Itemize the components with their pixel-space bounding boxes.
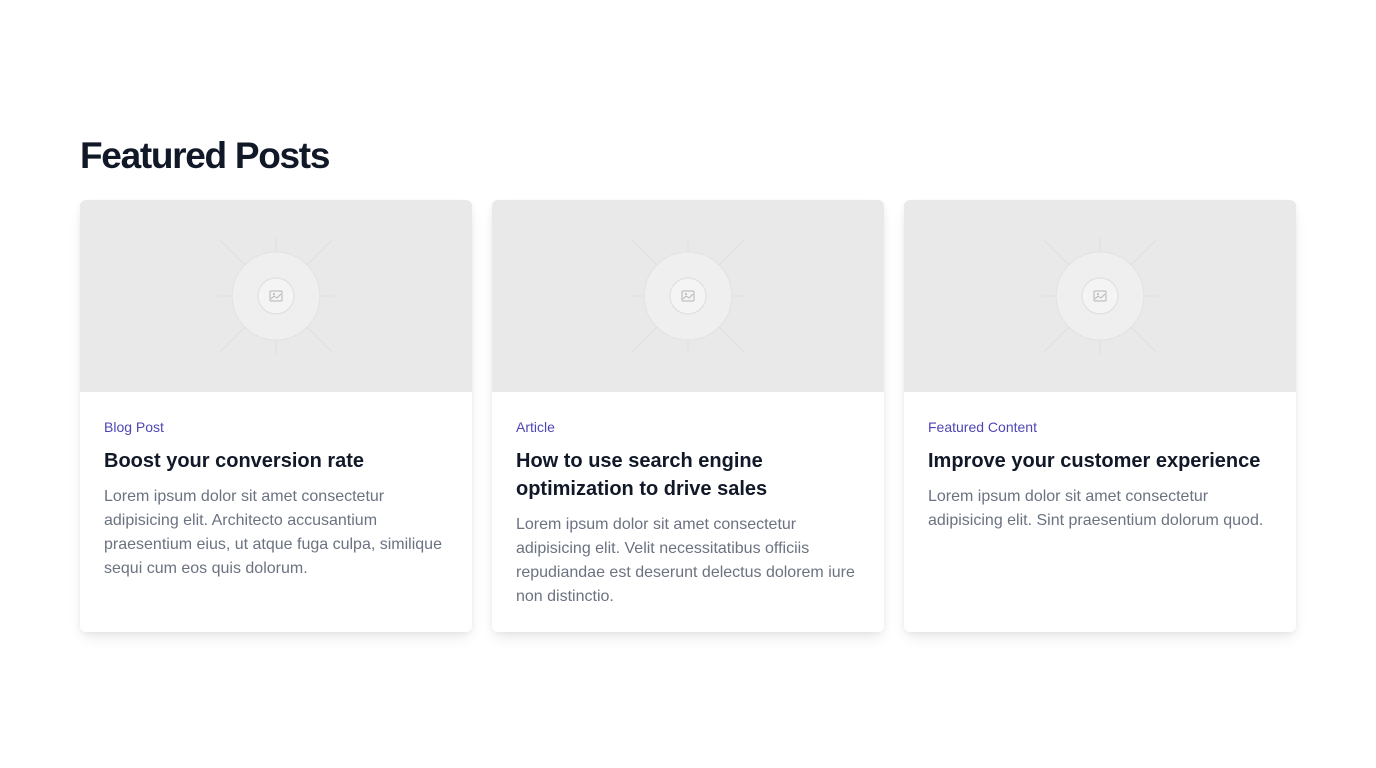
post-title[interactable]: Boost your conversion rate (104, 447, 448, 475)
post-card[interactable]: Featured Content Improve your customer e… (904, 200, 1296, 632)
post-title[interactable]: How to use search engine optimization to… (516, 447, 860, 503)
post-image[interactable] (492, 200, 884, 392)
post-category[interactable]: Blog Post (104, 417, 448, 437)
image-placeholder-icon (630, 238, 746, 354)
featured-posts-section: Featured Posts Blog Post Boost your conv… (80, 134, 1296, 632)
post-excerpt: Lorem ipsum dolor sit amet consectetur a… (516, 516, 855, 605)
post-body: Article How to use search engine optimiz… (492, 392, 884, 609)
image-placeholder-icon (1042, 238, 1158, 354)
post-body: Featured Content Improve your customer e… (904, 392, 1296, 533)
post-image[interactable] (904, 200, 1296, 392)
post-category[interactable]: Featured Content (928, 417, 1272, 437)
post-card[interactable]: Blog Post Boost your conversion rate Lor… (80, 200, 472, 632)
post-card[interactable]: Article How to use search engine optimiz… (492, 200, 884, 632)
section-title: Featured Posts (80, 135, 330, 176)
post-category[interactable]: Article (516, 417, 860, 437)
post-image[interactable] (80, 200, 472, 392)
post-title[interactable]: Improve your customer experience (928, 447, 1272, 475)
image-placeholder-icon (218, 238, 334, 354)
post-excerpt: Lorem ipsum dolor sit amet consectetur a… (104, 488, 442, 577)
posts-grid: Blog Post Boost your conversion rate Lor… (80, 200, 1296, 632)
post-body: Blog Post Boost your conversion rate Lor… (80, 392, 472, 581)
post-excerpt: Lorem ipsum dolor sit amet consectetur a… (928, 488, 1264, 529)
